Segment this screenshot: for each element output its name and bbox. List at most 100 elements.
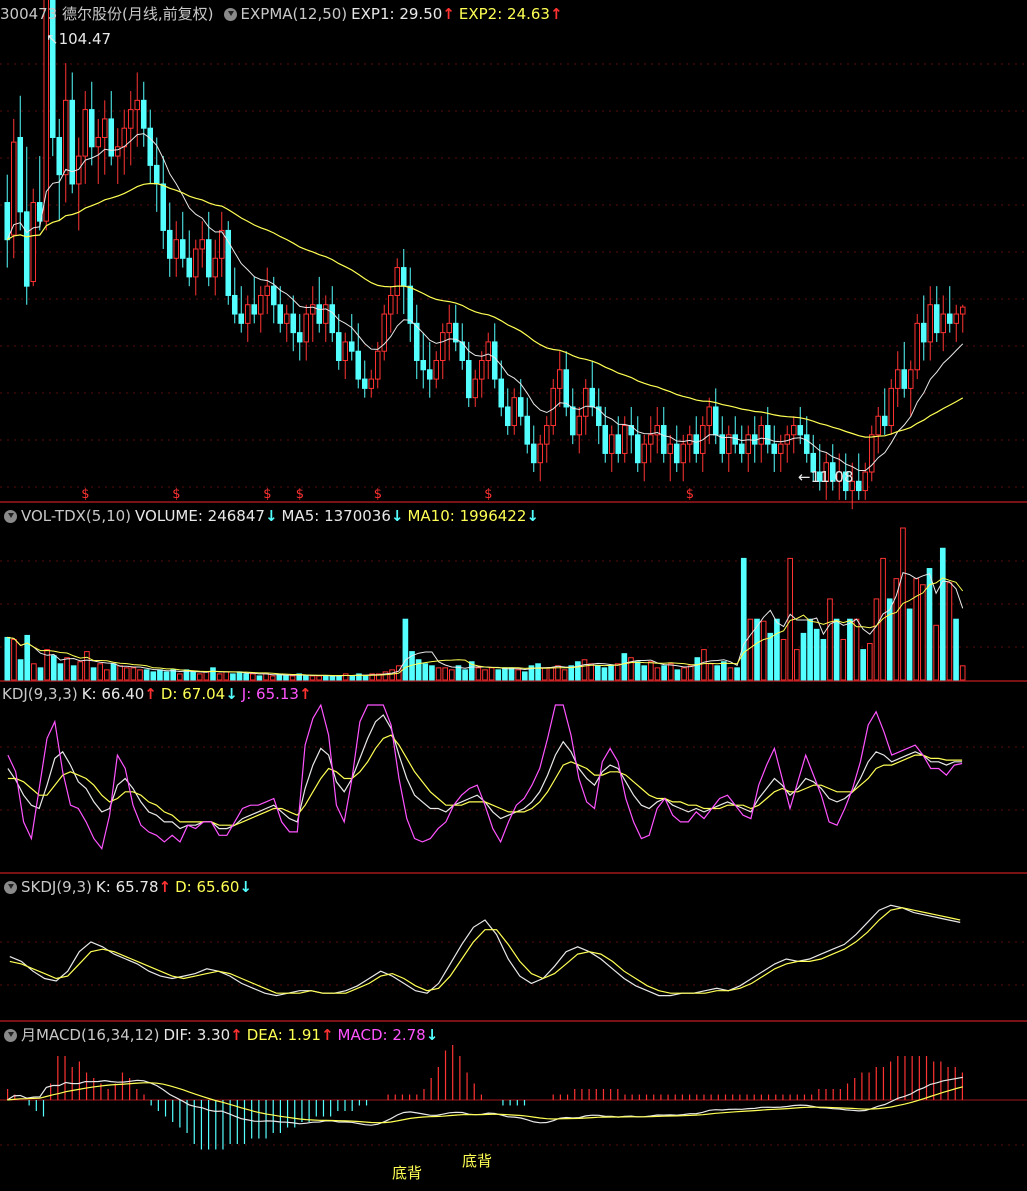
volume-bar — [594, 665, 601, 681]
panel-separators — [0, 501, 1027, 1022]
volume-bar — [137, 669, 143, 681]
candle-body — [283, 313, 290, 324]
volume-bar — [760, 620, 767, 681]
volume-bar — [230, 673, 236, 681]
candle-body — [953, 313, 960, 324]
volume-bar — [747, 618, 754, 681]
volume-bar — [475, 667, 482, 681]
chart-canvas[interactable]: $ $ $ $ $ $ $ 底背底背 — [0, 0, 1027, 1191]
volume-bar — [44, 649, 50, 681]
volume-bar — [495, 669, 502, 681]
candle-body — [901, 369, 908, 389]
settings-gear-icon[interactable] — [4, 1028, 17, 1042]
candle-body — [205, 239, 212, 278]
candle-body — [712, 406, 719, 436]
signal-marker-icon: $ — [172, 487, 180, 502]
skdj-indicator-name[interactable]: SKDJ(9,3) — [21, 876, 92, 898]
volume-bar — [110, 663, 117, 681]
volume-bar — [70, 665, 77, 681]
signal-marker-icon: $ — [686, 487, 694, 502]
candle-body — [498, 378, 505, 408]
volume-bar — [84, 651, 90, 681]
volume-bar — [422, 663, 429, 681]
volume-bar — [157, 669, 163, 681]
skdj-header: SKDJ(9,3) K: 65.78↑ D: 65.60↓ — [0, 876, 256, 898]
kdj-panel[interactable] — [7, 703, 963, 850]
volume-bar — [774, 618, 780, 681]
volume-bar — [515, 669, 521, 681]
volume-bar — [813, 628, 820, 681]
candle-body — [914, 322, 921, 371]
candle-body — [121, 127, 128, 148]
volume-bar — [243, 673, 249, 681]
candle-body — [569, 406, 576, 436]
grid-lines — [0, 63, 1027, 1146]
candle-body — [446, 322, 453, 334]
candle-body — [777, 443, 784, 454]
expma-indicator-name[interactable]: EXPMA(12,50) — [241, 3, 348, 25]
volume-bar — [548, 667, 555, 681]
volume-bar — [256, 675, 263, 681]
candle-body — [472, 378, 479, 399]
volume-bar — [449, 669, 455, 681]
candle-body — [82, 109, 89, 157]
up-arrow-icon: ↑ — [158, 878, 172, 896]
candle-body — [413, 322, 420, 362]
volume-bar — [667, 663, 674, 681]
candle-body — [524, 415, 531, 445]
candle-body — [426, 369, 433, 380]
volume-bar — [150, 671, 157, 681]
candle-body — [576, 415, 583, 436]
volume-bar — [873, 598, 880, 681]
volume-value: VOLUME: 246847↓ — [135, 507, 278, 525]
volume-bar — [50, 655, 57, 681]
signal-marker-icon: $ — [484, 487, 492, 502]
candle-body — [329, 304, 336, 334]
signal-marker-icon: $ — [263, 487, 271, 502]
down-arrow-icon: ↓ — [239, 878, 252, 896]
volume-bar — [57, 663, 64, 681]
volume-bar — [502, 667, 508, 681]
price-header: 300473 德尔股份(月线,前复权) EXPMA(12,50) EXP1: 2… — [0, 3, 567, 25]
settings-gear-icon[interactable] — [223, 7, 237, 21]
macd-header: 月MACD(16,34,12) DIF: 3.30↑ DEA: 1.91↑ MA… — [0, 1024, 442, 1046]
candle-body — [641, 443, 648, 464]
volume-bar — [316, 675, 322, 681]
skdj-panel[interactable] — [9, 904, 961, 997]
volume-bar — [415, 659, 422, 681]
bottom-divergence-label: 底背 — [392, 1164, 422, 1182]
candle-body — [634, 434, 641, 464]
candle-body — [238, 313, 245, 324]
settings-gear-icon[interactable] — [4, 509, 17, 523]
candle-body — [927, 304, 934, 343]
volume-bar — [97, 663, 104, 681]
settings-gear-icon[interactable] — [4, 880, 17, 894]
price-panel[interactable]: $ $ $ $ $ $ $ — [4, 0, 966, 510]
kdj-indicator-name[interactable]: KDJ(9,3,3) — [2, 683, 78, 705]
volume-bar — [77, 661, 84, 681]
candle-body — [270, 285, 277, 306]
volume-bar — [681, 667, 687, 681]
candle-body — [374, 350, 381, 380]
candle-body — [368, 378, 375, 389]
candle-body — [348, 341, 355, 352]
volume-bar — [130, 667, 137, 681]
candle-body — [387, 294, 394, 315]
volume-bar — [780, 638, 787, 681]
candle-body — [251, 304, 258, 315]
candle-body — [212, 257, 219, 278]
skdj-k-line — [9, 904, 961, 997]
volume-bar — [303, 675, 309, 681]
volume-bar — [866, 643, 873, 681]
volume-bar — [521, 671, 528, 681]
vol-indicator-name[interactable]: VOL-TDX(5,10) — [21, 505, 131, 527]
skdj-k-value: K: 65.78↑ — [95, 878, 172, 896]
volume-bar — [535, 663, 541, 681]
volume-bar — [827, 598, 833, 681]
volume-bar — [64, 657, 70, 681]
macd-panel[interactable]: 底背底背 — [0, 1045, 1027, 1182]
volume-bar — [939, 547, 946, 681]
macd-indicator-name[interactable]: 月MACD(16,34,12) — [21, 1024, 159, 1046]
candle-body — [257, 294, 264, 315]
volume-bar — [349, 675, 356, 681]
